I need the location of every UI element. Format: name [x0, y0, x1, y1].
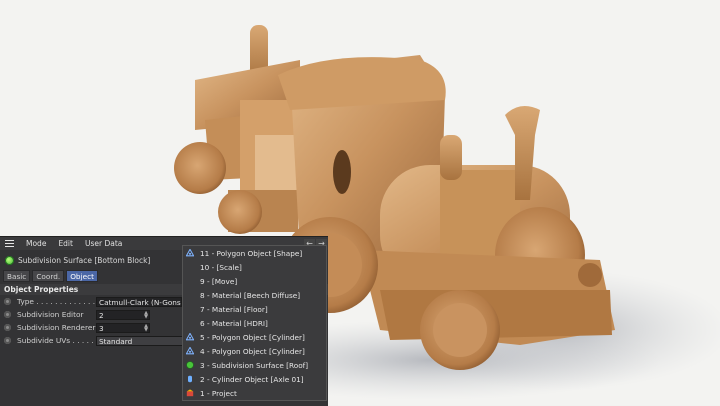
popup-item[interactable]: 4 - Polygon Object [Cylinder]: [183, 344, 326, 358]
popup-item-label: 3 - Subdivision Surface [Roof]: [200, 360, 309, 370]
popup-item-label: 8 - Material [Beech Diffuse]: [200, 290, 301, 300]
popup-item[interactable]: 11 - Polygon Object [Shape]: [183, 246, 326, 260]
polygon-icon: [183, 347, 197, 355]
animate-toggle-icon[interactable]: [4, 311, 11, 318]
polygon-icon: [183, 333, 197, 341]
subdivision-editor-field[interactable]: 2 ▲ ▼: [96, 309, 150, 320]
subdivision-icon: [183, 361, 197, 369]
popup-item[interactable]: 9 - [Move]: [183, 274, 326, 288]
animate-toggle-icon[interactable]: [4, 298, 11, 305]
popup-item-label: 6 - Material [HDRI]: [200, 318, 268, 328]
menu-edit[interactable]: Edit: [58, 239, 73, 248]
object-title: Subdivision Surface [Bottom Block]: [18, 256, 151, 265]
property-label: Type . . . . . . . . . . . . .: [17, 297, 96, 306]
property-label: Subdivide UVs . . . . .: [17, 336, 94, 345]
popup-item[interactable]: 8 - Material [Beech Diffuse]: [183, 288, 326, 302]
cylinder-icon: [183, 375, 197, 383]
property-label: Subdivision Renderer: [17, 323, 96, 332]
stepper-icon[interactable]: ▲ ▼: [144, 311, 148, 319]
field-value: 2: [99, 310, 104, 320]
property-label: Subdivision Editor: [17, 310, 84, 319]
stepper-icon[interactable]: ▲ ▼: [144, 324, 148, 332]
animate-toggle-icon[interactable]: [4, 324, 11, 331]
tab-coord[interactable]: Coord.: [32, 270, 65, 282]
popup-item[interactable]: 6 - Material [HDRI]: [183, 316, 326, 330]
popup-item[interactable]: 2 - Cylinder Object [Axle 01]: [183, 372, 326, 386]
menu-user-data[interactable]: User Data: [85, 239, 122, 248]
tab-basic[interactable]: Basic: [3, 270, 31, 282]
menu-mode[interactable]: Mode: [26, 239, 46, 248]
popup-item-label: 2 - Cylinder Object [Axle 01]: [200, 374, 304, 384]
hamburger-menu-icon[interactable]: [5, 240, 14, 247]
polygon-icon: [183, 249, 197, 257]
subdivision-icon: [5, 256, 14, 265]
popup-item[interactable]: 5 - Polygon Object [Cylinder]: [183, 330, 326, 344]
subdivide-uvs-dropdown[interactable]: Standard: [96, 335, 184, 346]
project-icon: [183, 389, 197, 397]
object-history-popup: 11 - Polygon Object [Shape] 10 - [Scale] 9…: [182, 245, 327, 401]
popup-item-label: 1 - Project: [200, 388, 237, 398]
field-value: 3: [99, 323, 104, 333]
tab-object[interactable]: Object: [66, 270, 98, 282]
type-dropdown[interactable]: Catmull-Clark (N-Gons): [96, 296, 182, 307]
popup-item[interactable]: 7 - Material [Floor]: [183, 302, 326, 316]
popup-item-label: 10 - [Scale]: [200, 262, 242, 272]
animate-toggle-icon[interactable]: [4, 337, 11, 344]
popup-item-label: 9 - [Move]: [200, 276, 238, 286]
popup-item[interactable]: 1 - Project: [183, 386, 326, 400]
popup-item-label: 4 - Polygon Object [Cylinder]: [200, 346, 305, 356]
popup-item[interactable]: 10 - [Scale]: [183, 260, 326, 274]
popup-item-label: 5 - Polygon Object [Cylinder]: [200, 332, 305, 342]
popup-item-label: 7 - Material [Floor]: [200, 304, 268, 314]
subdivision-renderer-field[interactable]: 3 ▲ ▼: [96, 322, 150, 333]
popup-item[interactable]: 3 - Subdivision Surface [Roof]: [183, 358, 326, 372]
popup-item-label: 11 - Polygon Object [Shape]: [200, 248, 303, 258]
